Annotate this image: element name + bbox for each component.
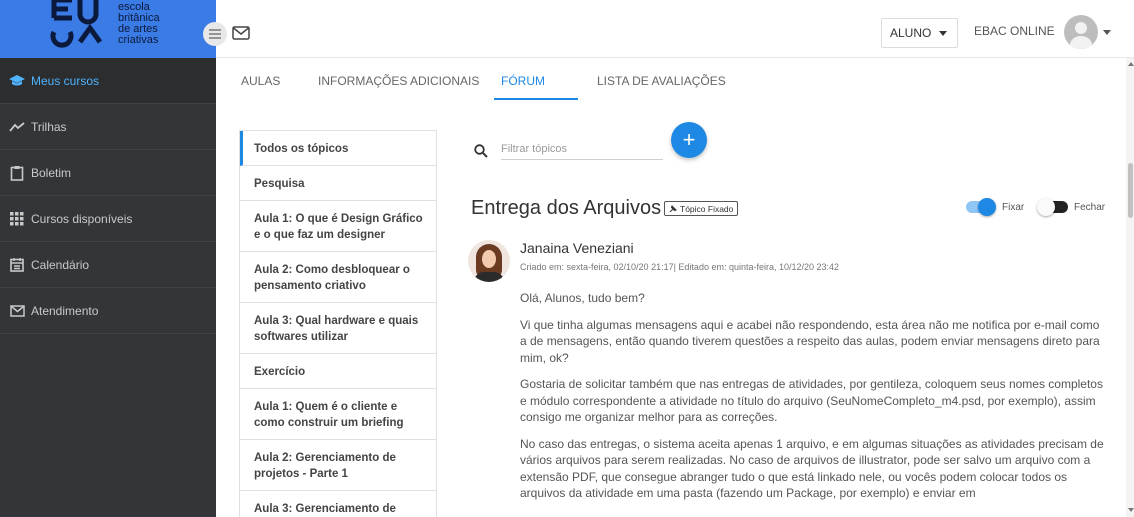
mail-icon bbox=[8, 303, 26, 319]
search-icon bbox=[474, 144, 488, 158]
sidebar-item-label: Calendário bbox=[31, 257, 90, 272]
tab-lista-de-avaliacoes[interactable]: LISTA DE AVALIAÇÕES bbox=[597, 74, 726, 88]
sidebar-item-label: Boletim bbox=[31, 165, 72, 180]
trend-line-icon bbox=[8, 119, 26, 135]
toggle-knob bbox=[978, 198, 996, 216]
toggle-knob bbox=[1037, 198, 1055, 216]
sidebar-item-label: Cursos disponíveis bbox=[31, 211, 133, 226]
topic-item[interactable]: Aula 3: Qual hardware e quais softwares … bbox=[240, 303, 436, 354]
fixar-toggle[interactable] bbox=[966, 198, 996, 216]
chevron-down-icon[interactable] bbox=[1103, 30, 1111, 35]
fixar-label: Fixar bbox=[1002, 202, 1025, 213]
ebac-online-label[interactable]: EBAC ONLINE bbox=[974, 24, 1055, 38]
sidebar-item-label: Meus cursos bbox=[31, 73, 100, 88]
role-select[interactable]: ALUNO bbox=[881, 18, 958, 48]
scroll-up-icon[interactable] bbox=[1128, 62, 1134, 66]
ebac-logo[interactable]: escola britânica de artes criativas bbox=[0, 0, 216, 58]
grid-icon bbox=[8, 211, 26, 227]
sidebar-item-atendimento[interactable]: Atendimento bbox=[0, 288, 216, 334]
menu-icon bbox=[209, 29, 221, 39]
tab-informacoes-adicionais[interactable]: INFORMAÇÕES ADICIONAIS bbox=[318, 74, 479, 88]
menu-toggle-button[interactable] bbox=[203, 22, 227, 46]
avatar-shirt bbox=[474, 272, 504, 282]
post-paragraph: Vi que tinha algumas mensagens aqui e ac… bbox=[520, 317, 1100, 365]
course-tabs: AULAS INFORMAÇÕES ADICIONAIS FÓRUM LISTA… bbox=[216, 58, 1126, 102]
pinned-badge-label: Tópico Fixado bbox=[680, 203, 734, 214]
page-scrollbar[interactable] bbox=[1126, 58, 1134, 517]
sidebar-item-label: Trilhas bbox=[31, 119, 67, 134]
tab-forum[interactable]: FÓRUM bbox=[501, 74, 545, 88]
calendar-icon bbox=[8, 257, 26, 273]
topic-item[interactable]: Aula 2: Como desbloquear o pensamento cr… bbox=[240, 252, 436, 303]
add-topic-button[interactable]: + bbox=[671, 122, 707, 158]
user-avatar[interactable] bbox=[1064, 15, 1098, 49]
graduation-cap-icon bbox=[8, 73, 26, 89]
post-author: Janaina Veneziani bbox=[520, 240, 634, 256]
avatar-icon bbox=[1075, 22, 1087, 34]
logo-words: escola britânica de artes criativas bbox=[118, 2, 160, 46]
post-meta: Criado em: sexta-feira, 02/10/20 21:17| … bbox=[520, 262, 840, 272]
active-tab-indicator bbox=[494, 98, 578, 100]
avatar-body bbox=[1070, 36, 1092, 49]
topic-title: Entrega dos Arquivos bbox=[471, 197, 662, 219]
logo-mark bbox=[50, 0, 110, 58]
tab-aulas[interactable]: AULAS bbox=[241, 74, 280, 88]
topic-item[interactable]: Pesquisa bbox=[240, 166, 436, 201]
avatar-face bbox=[482, 250, 496, 268]
mail-icon[interactable] bbox=[232, 25, 250, 41]
scroll-down-icon[interactable] bbox=[1128, 508, 1134, 512]
fechar-label: Fechar bbox=[1074, 202, 1106, 213]
scrollbar-thumb[interactable] bbox=[1128, 163, 1133, 218]
sidebar: Meus cursos Trilhas Boletim Cursos dispo… bbox=[0, 58, 216, 517]
fechar-toggle[interactable] bbox=[1037, 198, 1068, 216]
sidebar-item-label: Atendimento bbox=[31, 303, 99, 318]
sidebar-item-meus-cursos[interactable]: Meus cursos bbox=[0, 58, 216, 104]
topic-item-todos[interactable]: Todos os tópicos bbox=[240, 131, 436, 166]
chevron-down-icon bbox=[939, 31, 947, 36]
post-body: Olá, Alunos, tudo bem? Vi que tinha algu… bbox=[520, 290, 1106, 512]
pin-icon bbox=[669, 204, 677, 212]
post-paragraph: Gostaria de solicitar também que nas ent… bbox=[520, 377, 1103, 424]
topic-item[interactable]: Aula 2: Gerenciamento de projetos - Part… bbox=[240, 440, 436, 491]
sidebar-item-trilhas[interactable]: Trilhas bbox=[0, 104, 216, 150]
author-avatar[interactable] bbox=[468, 240, 510, 282]
filter-topics-input[interactable] bbox=[501, 138, 663, 160]
sidebar-item-calendario[interactable]: Calendário bbox=[0, 242, 216, 288]
role-select-value: ALUNO bbox=[890, 26, 932, 40]
pinned-badge: Tópico Fixado bbox=[664, 201, 739, 216]
topic-item[interactable]: Aula 1: Quem é o cliente e como construi… bbox=[240, 389, 436, 440]
logo-word: criativas bbox=[118, 34, 159, 46]
sidebar-item-cursos-disponiveis[interactable]: Cursos disponíveis bbox=[0, 196, 216, 242]
post-paragraph: Olá, Alunos, tudo bem? bbox=[520, 291, 645, 305]
topic-item[interactable]: Aula 1: O que é Design Gráfico e o que f… bbox=[240, 201, 436, 252]
topic-list: Todos os tópicos Pesquisa Aula 1: O que … bbox=[239, 130, 437, 517]
clipboard-icon bbox=[8, 165, 26, 181]
topic-item[interactable]: Exercício bbox=[240, 354, 436, 389]
post-paragraph: No caso das entregas, o sistema aceita a… bbox=[520, 436, 1104, 501]
topic-item[interactable]: Aula 3: Gerenciamento de bbox=[240, 491, 436, 517]
sidebar-item-boletim[interactable]: Boletim bbox=[0, 150, 216, 196]
